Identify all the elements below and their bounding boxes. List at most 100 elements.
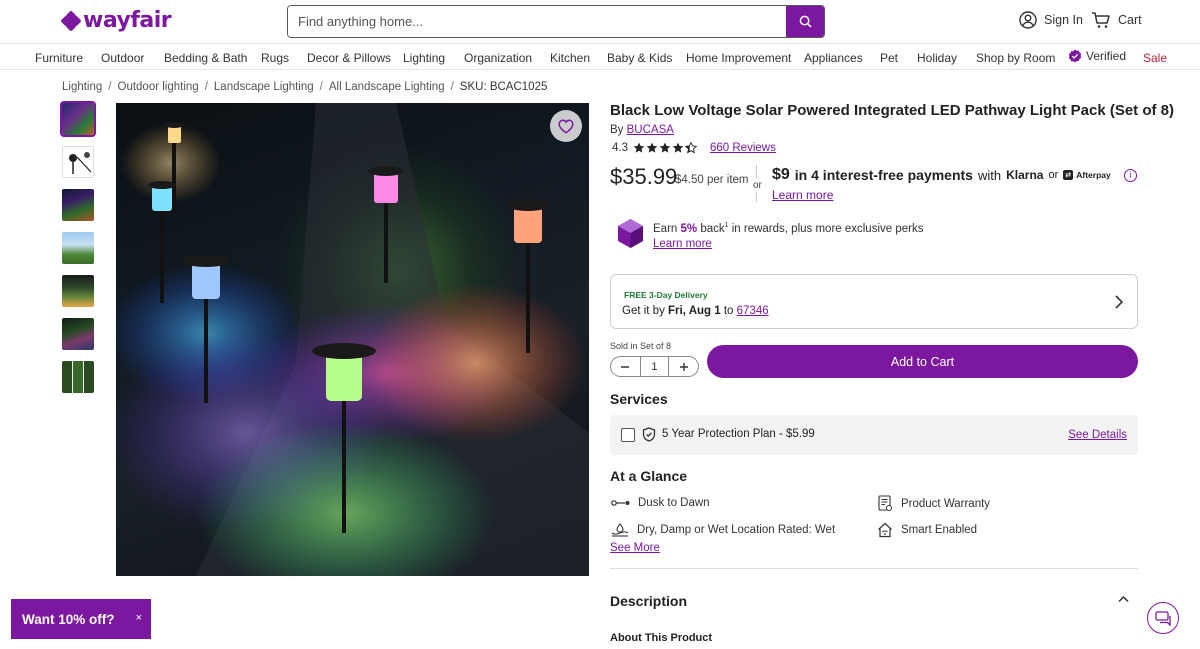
favorite-button[interactable] — [550, 110, 582, 142]
nav-item-decor-pillows[interactable]: Decor & Pillows — [307, 51, 391, 65]
site-header: wayfair Sign In Cart — [0, 0, 1200, 44]
search-bar — [287, 5, 825, 38]
glance-item-product-warranty: Product Warranty — [877, 495, 990, 512]
installment-learn-more[interactable]: Learn more — [772, 188, 833, 202]
cart-button[interactable]: Cart — [1091, 11, 1142, 29]
breadcrumb-separator: / — [204, 81, 208, 93]
thumbnail-product-graphic — [69, 152, 92, 174]
product-sku: SKU: BCAC1025 — [459, 81, 548, 93]
wayfair-logo[interactable]: wayfair — [60, 8, 172, 33]
nav-item-shop-by-room[interactable]: Shop by Room — [976, 51, 1055, 65]
breadcrumb-all-landscape-lighting[interactable]: All Landscape Lighting — [329, 81, 445, 93]
add-to-cart-button[interactable]: Add to Cart — [707, 345, 1138, 378]
search-input[interactable] — [288, 6, 786, 37]
rewards-rest: in rewards, plus more exclusive perks — [731, 222, 924, 235]
plus-icon — [679, 362, 688, 371]
product-byline: By BUCASA — [610, 124, 674, 136]
see-more-link[interactable]: See More — [610, 542, 660, 554]
section-divider — [610, 568, 1138, 569]
wayfair-logo-text: wayfair — [83, 8, 172, 33]
chevron-up-icon[interactable] — [1118, 595, 1129, 603]
rewards-learn-more[interactable]: Learn more — [653, 238, 712, 250]
breadcrumb-separator: / — [108, 81, 112, 93]
cart-icon — [1092, 12, 1110, 28]
glance-item-smart-enabled: Smart Enabled — [877, 522, 977, 538]
description-heading[interactable]: Description — [610, 593, 687, 609]
glance-item-dusk-to-dawn: Dusk to Dawn — [611, 497, 710, 509]
star-full-icon — [659, 142, 671, 153]
delivery-prefix: Get it by — [622, 305, 665, 317]
thumbnail-4[interactable] — [62, 232, 94, 264]
delivery-date: Fri, Aug 1 — [668, 305, 721, 317]
thumbnail-2[interactable] — [62, 146, 94, 178]
breadcrumb-lighting[interactable]: Lighting — [62, 81, 102, 93]
nav-item-verified[interactable]: Verified — [1068, 49, 1126, 63]
search-button[interactable] — [786, 6, 824, 37]
search-icon — [799, 15, 812, 28]
discount-promo-banner[interactable]: Want 10% off? × — [11, 599, 151, 639]
thumbnail-7[interactable] — [62, 361, 94, 393]
main-product-image[interactable] — [116, 103, 589, 576]
reviews-link[interactable]: 660 Reviews — [710, 142, 776, 154]
delivery-zip-link[interactable]: 67346 — [737, 305, 769, 317]
sign-in-button[interactable]: Sign In — [1019, 11, 1083, 29]
increase-quantity-button[interactable] — [669, 357, 698, 376]
star-partial-icon — [685, 142, 697, 154]
glance-item-label: Dry, Damp or Wet Location Rated: Wet — [637, 524, 836, 536]
user-icon — [1019, 11, 1037, 29]
nav-item-outdoor[interactable]: Outdoor — [101, 51, 144, 65]
thumbnail-5[interactable] — [62, 275, 94, 307]
star-full-icon — [646, 142, 658, 153]
thumbnail-3[interactable] — [62, 189, 94, 221]
nav-item-pet[interactable]: Pet — [880, 51, 898, 65]
heart-icon — [558, 119, 574, 134]
see-details-link[interactable]: See Details — [1068, 429, 1127, 441]
delivery-card[interactable]: FREE 3-Day Delivery Get it by Fri, Aug 1… — [610, 274, 1138, 329]
nav-item-appliances[interactable]: Appliances — [804, 51, 863, 65]
afterpay-logo: ⇄ Afterpay — [1063, 170, 1111, 180]
star-full-icon — [672, 142, 684, 153]
klarna-logo: Klarna — [1006, 168, 1044, 182]
nav-item-holiday[interactable]: Holiday — [917, 51, 957, 65]
installment-amount: $9 — [772, 166, 790, 183]
chat-icon — [1154, 610, 1171, 626]
glance-item-location-rating: Dry, Damp or Wet Location Rated: Wet — [611, 523, 835, 537]
installment-with: with — [977, 167, 1002, 183]
chevron-right-icon — [1115, 295, 1123, 309]
nav-item-furniture[interactable]: Furniture — [35, 51, 83, 65]
thumbnail-6[interactable] — [62, 318, 94, 350]
nav-item-baby-kids[interactable]: Baby & Kids — [607, 51, 672, 65]
thumbnail-1[interactable] — [60, 101, 96, 137]
info-icon[interactable]: i — [1123, 168, 1137, 182]
protection-plan-checkbox[interactable] — [621, 428, 635, 442]
nav-item-sale[interactable]: Sale — [1143, 51, 1167, 65]
promo-label: Want 10% off? — [22, 611, 115, 627]
star-full-icon — [633, 142, 645, 153]
or-label: or — [753, 179, 762, 192]
nav-item-lighting[interactable]: Lighting — [403, 51, 445, 65]
nav-item-bedding-bath[interactable]: Bedding & Bath — [164, 51, 247, 65]
breadcrumb-outdoor-lighting[interactable]: Outdoor lighting — [118, 81, 199, 93]
sign-in-label: Sign In — [1044, 13, 1083, 27]
breadcrumb-landscape-lighting[interactable]: Landscape Lighting — [214, 81, 314, 93]
nav-item-home-improvement[interactable]: Home Improvement — [686, 51, 791, 65]
sold-in-label: Sold in Set of 8 — [610, 341, 672, 351]
rewards-banner: Earn 5% back1 in rewards, plus more excl… — [617, 218, 923, 252]
decrease-quantity-button[interactable] — [611, 357, 640, 376]
byline-prefix: By — [610, 124, 624, 136]
brand-link[interactable]: BUCASA — [627, 124, 674, 136]
protection-plan-option: 5 Year Protection Plan - $5.99 See Detai… — [610, 415, 1138, 455]
nav-item-organization[interactable]: Organization — [464, 51, 532, 65]
delivery-estimate: Get it by Fri, Aug 1 to 67346 — [622, 305, 769, 317]
chat-button[interactable] — [1147, 602, 1179, 634]
water-drop-icon — [611, 523, 629, 537]
about-product-heading: About This Product — [610, 632, 713, 644]
quantity-value[interactable]: 1 — [639, 357, 670, 376]
delivery-tag: FREE 3-Day Delivery — [624, 290, 708, 300]
warranty-document-icon — [878, 495, 892, 511]
close-icon[interactable]: × — [136, 612, 142, 624]
nav-item-rugs[interactable]: Rugs — [261, 51, 289, 65]
category-nav: Furniture Outdoor Bedding & Bath Rugs De… — [0, 44, 1200, 70]
nav-item-kitchen[interactable]: Kitchen — [550, 51, 590, 65]
at-a-glance-heading: At a Glance — [610, 468, 688, 484]
